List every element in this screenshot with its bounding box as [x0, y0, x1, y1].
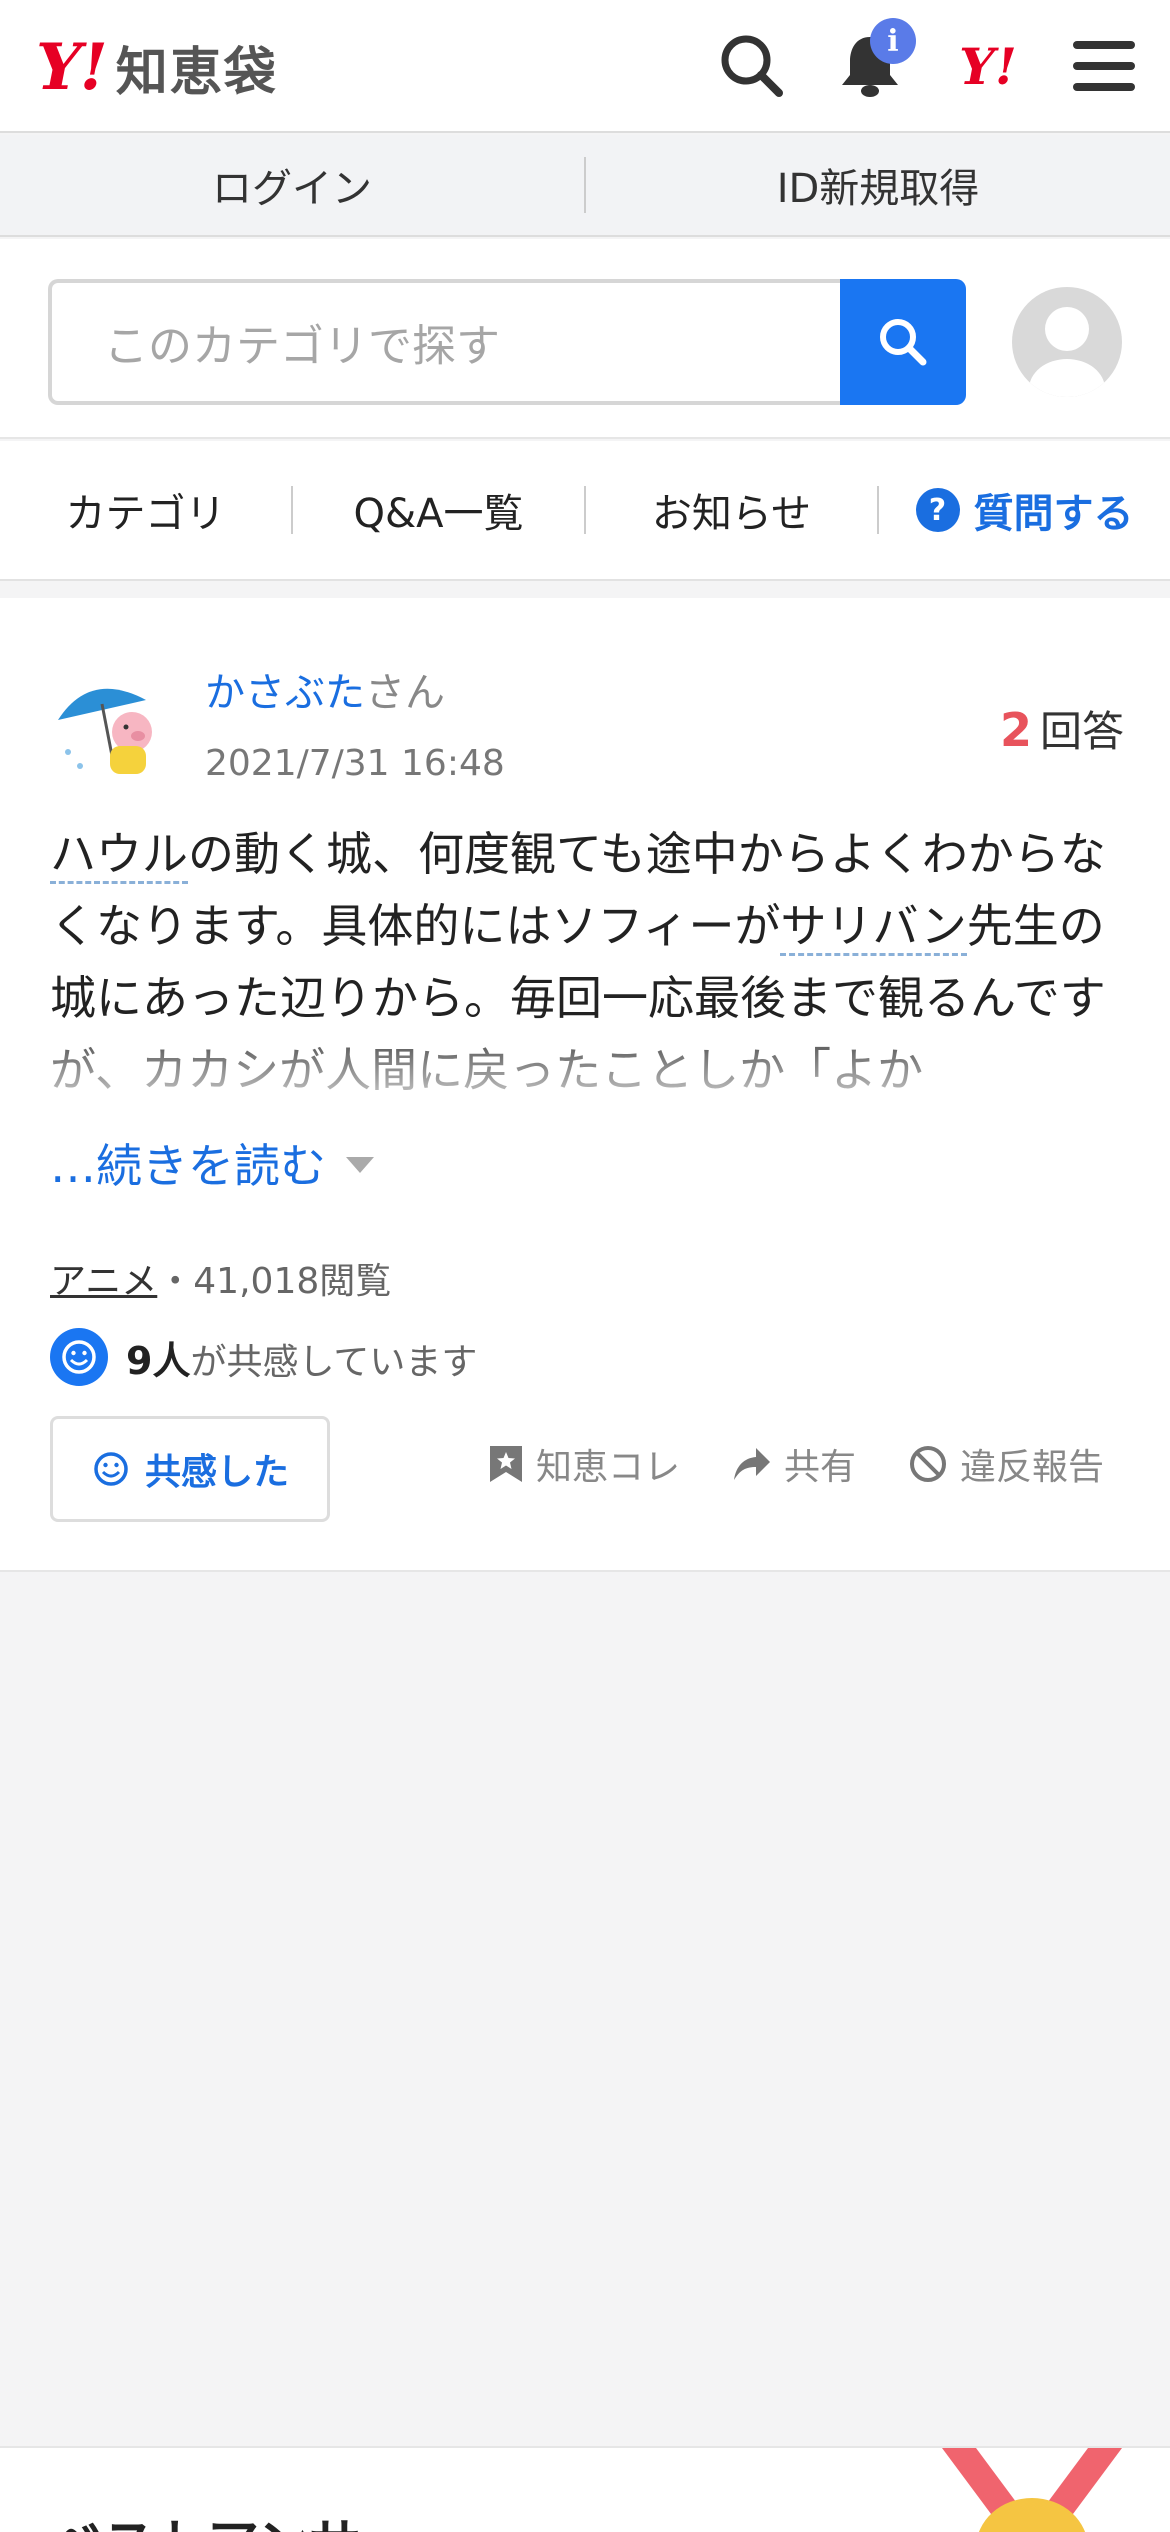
best-answer-section: ベストアンサー: [0, 2446, 1170, 2532]
empathy-count: 9人: [126, 1338, 191, 1383]
smile-icon: [94, 1452, 128, 1486]
smile-icon: [50, 1328, 108, 1386]
share-button[interactable]: 共有: [732, 1438, 856, 1490]
share-arrow-icon: [733, 1448, 770, 1480]
menu-icon[interactable]: [1064, 26, 1144, 106]
questioner-avatar[interactable]: [50, 670, 168, 788]
yahoo-mini-logo: Y!: [959, 36, 1017, 96]
prohibited-icon: [909, 1446, 946, 1482]
category-tabs: カテゴリ Q&A一覧 お知らせ ? 質問する: [0, 441, 1170, 581]
text-fade-overlay: [0, 1030, 1170, 1110]
user-avatar[interactable]: [1012, 287, 1122, 397]
user-name-link[interactable]: かさぶた: [205, 670, 365, 716]
best-answer-title: ベストアンサー: [50, 2502, 413, 2532]
question-actions: 知恵コレ 共有 違反報告: [488, 1438, 1104, 1490]
ask-question-label: 質問する: [973, 491, 1134, 537]
login-bar: ログイン ID新規取得: [0, 135, 1170, 237]
user-suffix: さん: [365, 670, 445, 716]
empathy-summary: 9人が共感しています: [50, 1328, 477, 1386]
read-more-link[interactable]: …続きを読む: [50, 1130, 374, 1196]
search-icon[interactable]: [712, 26, 792, 106]
answer-count-label: 回答: [1039, 707, 1124, 756]
yahoo-logo-mark: Y!: [36, 30, 108, 105]
search-area: このカテゴリで探す: [0, 239, 1170, 439]
tab-news[interactable]: お知らせ: [586, 481, 877, 539]
medal-icon: [942, 2448, 1122, 2532]
question-card: かさぶたさん 2021/7/31 16:48 2 回答 ハウルの動く城、何度観ても…: [0, 598, 1170, 1572]
share-label: 共有: [783, 1447, 856, 1488]
category-link[interactable]: アニメ: [50, 1261, 157, 1302]
answer-count[interactable]: 2 回答: [1000, 698, 1124, 759]
question-icon: ?: [915, 488, 960, 532]
search-button[interactable]: [840, 279, 966, 405]
empathy-button[interactable]: 共感した: [50, 1416, 330, 1522]
logo-text: 知恵袋: [115, 43, 278, 103]
chevron-down-icon: [346, 1157, 374, 1173]
app-header: Y! 知恵袋 i Y!: [0, 0, 1170, 133]
question-meta: アニメ・41,018閲覧: [50, 1252, 391, 1304]
register-link[interactable]: ID新規取得: [586, 156, 1170, 214]
report-label: 違反報告: [959, 1447, 1104, 1488]
bookmark-label: 知恵コレ: [535, 1447, 680, 1488]
empathy-text: が共感しています: [190, 1341, 478, 1383]
keyword-link[interactable]: ハウル: [50, 827, 188, 884]
tab-qa-list[interactable]: Q&A一覧: [293, 481, 584, 539]
ask-question-button[interactable]: ? 質問する: [879, 481, 1170, 539]
read-more-label: …続きを読む: [50, 1139, 326, 1193]
search-input[interactable]: このカテゴリで探す: [48, 279, 842, 405]
tab-category[interactable]: カテゴリ: [0, 481, 291, 539]
notification-badge: i: [870, 18, 916, 64]
notification-bell-icon[interactable]: i: [830, 18, 916, 106]
login-link[interactable]: ログイン: [0, 156, 584, 214]
questioner-name: かさぶたさん: [205, 660, 445, 718]
keyword-link[interactable]: サリバン: [780, 899, 967, 956]
empathy-button-label: 共感した: [144, 1452, 289, 1493]
yahoo-top-link[interactable]: Y!: [948, 26, 1028, 106]
view-count: ・41,018閲覧: [157, 1261, 392, 1302]
bookmark-button[interactable]: 知恵コレ: [488, 1438, 680, 1490]
bookmark-icon: [489, 1446, 522, 1482]
report-button[interactable]: 違反報告: [908, 1438, 1104, 1490]
answer-count-number: 2: [999, 703, 1032, 757]
question-date: 2021/7/31 16:48: [205, 743, 505, 784]
chiebukuro-logo[interactable]: Y! 知恵袋: [36, 30, 278, 105]
search-icon: [880, 319, 927, 366]
